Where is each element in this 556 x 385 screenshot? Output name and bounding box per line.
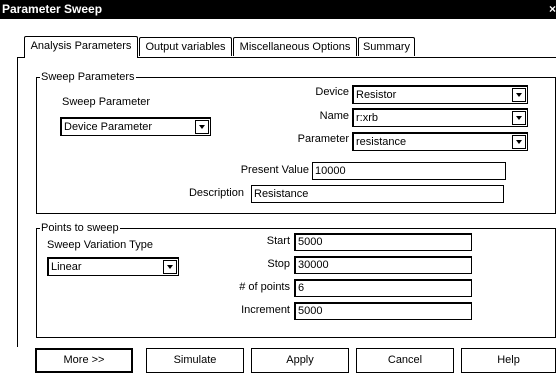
parameter-select[interactable]: resistance (352, 132, 528, 151)
chevron-down-icon[interactable] (512, 135, 526, 149)
chevron-down-icon[interactable] (512, 111, 526, 125)
points-to-sweep-title: Points to sweep (40, 222, 120, 234)
device-select[interactable]: Resistor (352, 85, 528, 104)
name-value: r:xrb (356, 112, 378, 124)
parameter-sweep-dialog: Parameter Sweep × Analysis Parameters Ou… (0, 0, 556, 385)
num-points-label: # of points (239, 281, 290, 293)
start-field[interactable]: 5000 (294, 233, 472, 251)
tab-label: Summary (362, 41, 411, 53)
start-label: Start (266, 235, 290, 247)
tab-analysis-parameters[interactable]: Analysis Parameters (24, 36, 138, 58)
present-value-label: Present Value (240, 164, 309, 176)
sweep-parameter-select[interactable]: Device Parameter (60, 117, 211, 136)
num-points-field[interactable]: 6 (294, 279, 472, 297)
cancel-button[interactable]: Cancel (356, 348, 454, 373)
parameter-label: Parameter (297, 133, 349, 145)
parameter-value: resistance (356, 136, 407, 148)
title-bar: Parameter Sweep × (0, 0, 556, 19)
window-title: Parameter Sweep (2, 2, 103, 16)
sweep-parameter-value: Device Parameter (64, 121, 153, 133)
present-value-field[interactable]: 10000 (312, 162, 506, 180)
description-field[interactable]: Resistance (251, 185, 504, 203)
variation-type-value: Linear (51, 261, 82, 273)
tab-summary[interactable]: Summary (358, 37, 415, 56)
device-value: Resistor (356, 89, 397, 101)
variation-type-select[interactable]: Linear (47, 257, 179, 276)
name-label: Name (319, 110, 349, 122)
description-label: Description (188, 187, 244, 199)
tab-label: Analysis Parameters (30, 40, 132, 52)
close-icon[interactable]: × (546, 3, 556, 15)
tab-output-variables[interactable]: Output variables (139, 37, 232, 56)
tab-label: Output variables (145, 41, 226, 53)
chevron-down-icon[interactable] (163, 260, 177, 274)
sweep-parameters-title: Sweep Parameters (40, 71, 136, 83)
increment-field[interactable]: 5000 (294, 302, 472, 320)
simulate-button[interactable]: Simulate (146, 348, 244, 373)
variation-type-label: Sweep Variation Type (47, 239, 153, 251)
device-label: Device (315, 86, 349, 98)
stop-label: Stop (267, 258, 290, 270)
increment-label: Increment (241, 304, 290, 316)
stop-field[interactable]: 30000 (294, 256, 472, 274)
more-button[interactable]: More >> (35, 348, 133, 373)
sweep-parameter-label: Sweep Parameter (62, 96, 151, 108)
tab-label: Miscellaneous Options (239, 41, 351, 53)
help-button[interactable]: Help (461, 348, 556, 373)
name-select[interactable]: r:xrb (352, 108, 528, 127)
chevron-down-icon[interactable] (195, 120, 209, 134)
apply-button[interactable]: Apply (251, 348, 349, 373)
tab-miscellaneous-options[interactable]: Miscellaneous Options (233, 37, 357, 56)
chevron-down-icon[interactable] (512, 88, 526, 102)
